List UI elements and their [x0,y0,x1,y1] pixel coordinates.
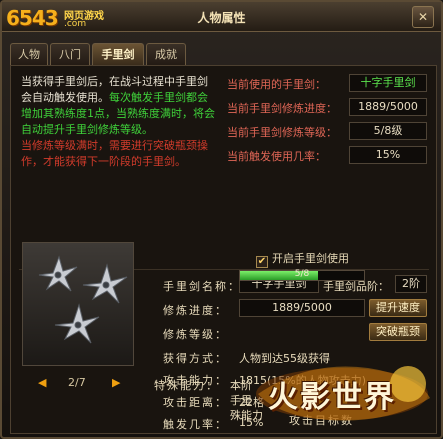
window-titlebar: 6543 网页游戏 .com 人物属性 ✕ [2,2,441,32]
detail-grade-value: 2阶 [395,275,427,293]
checkbox-checked-icon[interactable]: ✔ [256,256,268,268]
enable-shuriken-toggle[interactable]: ✔ 开启手里剑使用 [256,250,349,268]
shuriken-pager: ◀ 2/7 ▶ [38,376,122,392]
detail-level-label: 修炼等级： [163,328,228,341]
detail-trigger-label: 触发几率： [163,418,228,431]
detail-obtain-label: 获得方式： [163,352,228,365]
breakthrough-button[interactable]: 突破瓶颈 [369,323,427,341]
game-logo-text: 火影世界 [268,380,396,415]
description-breakthrough: 当修炼等级满时，需要进行突破瓶颈操作，才能获得下一阶段的手里剑。 [21,139,208,168]
special-ability-label: 特殊能力： [154,379,219,392]
shuriken-icon [38,255,128,344]
close-button[interactable]: ✕ [412,6,434,28]
level-progress-bar: 5/8 [239,269,365,281]
shuriken-image-frame [22,242,134,366]
tab-character[interactable]: 人物 [10,43,48,65]
current-trigger-value: 15% [349,146,427,164]
current-name-label: 当前使用的手里剑： [227,78,326,91]
current-progress-value: 1889/5000 [349,98,427,116]
current-progress-label: 当前手里剑修炼进度： [227,102,337,115]
speed-up-button[interactable]: 提升速度 [369,299,427,317]
detail-progress-label: 修炼进度： [163,304,228,317]
page-indicator: 2/7 [68,376,86,389]
tab-shuriken[interactable]: 手里剑 [92,43,144,65]
current-name-value: 十字手里剑 [349,74,427,92]
next-arrow-icon[interactable]: ▶ [112,376,120,389]
window-title: 人物属性 [197,11,246,25]
detail-name-label: 手里剑名称： [163,280,241,293]
current-level-value: 5/8级 [349,122,427,140]
tab-eight-gates[interactable]: 八门 [50,43,90,65]
current-level-label: 当前手里剑修炼等级： [227,126,337,139]
game-logo: 火影世界 [248,354,436,428]
enable-shuriken-label: 开启手里剑使用 [272,252,349,265]
detail-range-label: 攻击距离： [163,396,228,409]
tab-achievements[interactable]: 成就 [146,43,186,65]
prev-arrow-icon[interactable]: ◀ [38,376,46,389]
detail-progress-value: 1889/5000 [239,299,365,317]
current-trigger-label: 当前触发使用几率： [227,150,326,163]
level-progress-text: 5/8 [294,269,310,279]
character-attributes-window: 6543 网页游戏 .com 人物属性 ✕ 人物 八门 手里剑 成就 当获得手里… [0,0,443,439]
close-icon: ✕ [417,10,429,24]
shuriken-description: 当获得手里剑后，在战斗过程中手里剑会自动触发使用。每次触发手里剑都会增加其熟练度… [21,74,217,170]
